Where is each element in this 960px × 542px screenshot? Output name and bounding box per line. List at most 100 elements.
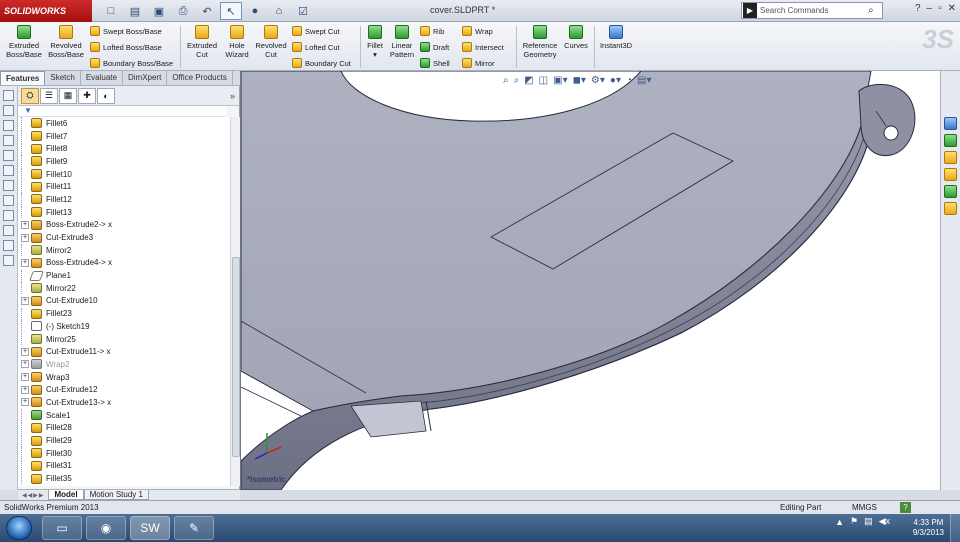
open-folder-icon[interactable]: ▤ xyxy=(124,2,146,20)
appearances-icon[interactable] xyxy=(944,185,957,198)
tree-item[interactable]: Mirror25 xyxy=(18,333,230,346)
configuration-manager-tab-icon[interactable]: ▦ xyxy=(59,87,77,104)
chrome-taskbar-icon[interactable]: ◉ xyxy=(86,516,126,540)
extruded-boss-button[interactable]: Extruded Boss/Base xyxy=(4,25,44,59)
tree-item[interactable]: + Cut-Extrude10 xyxy=(18,295,230,308)
shell-button[interactable]: Shell xyxy=(420,58,450,68)
units-selector[interactable]: MMGS xyxy=(852,503,877,512)
curves-button[interactable]: Curves xyxy=(562,25,590,50)
minimize-icon[interactable]: – xyxy=(927,3,933,14)
hide-show-items-icon[interactable]: ⚙▾ xyxy=(591,75,605,86)
lofted-boss-button[interactable]: Lofted Boss/Base xyxy=(90,42,162,52)
graphics-area[interactable]: ⌕ ⌕ ◩ ◫ ▣▾ ◼▾ ⚙▾ ●▾ ◔ ▤▾ *Isometric xyxy=(240,71,940,490)
tab-office-products[interactable]: Office Products xyxy=(167,71,233,85)
expand-icon[interactable]: + xyxy=(21,385,29,394)
paint-taskbar-icon[interactable]: ✎ xyxy=(174,516,214,540)
draft-button[interactable]: Draft xyxy=(420,42,449,52)
tree-item[interactable]: Mirror2 xyxy=(18,244,230,257)
expand-icon[interactable]: + xyxy=(21,398,29,407)
revolved-cut-button[interactable]: Revolved Cut xyxy=(254,25,288,59)
circle-tool-icon[interactable] xyxy=(3,135,14,146)
file-explorer-icon[interactable] xyxy=(944,151,957,164)
view-palette-icon[interactable] xyxy=(944,168,957,181)
quick-tips-icon[interactable]: ? xyxy=(900,502,911,513)
rectangle-tool-icon[interactable] xyxy=(3,120,14,131)
tab-model[interactable]: Model xyxy=(48,490,84,500)
lofted-cut-button[interactable]: Lofted Cut xyxy=(292,42,340,52)
app-logo[interactable]: SOLIDWORKS xyxy=(0,0,92,22)
tree-item[interactable]: Fillet30 xyxy=(18,447,230,460)
expand-icon[interactable]: + xyxy=(21,360,29,369)
tab-sketch[interactable]: Sketch xyxy=(45,71,81,85)
smart-dimension-icon[interactable] xyxy=(3,195,14,206)
custom-properties-icon[interactable] xyxy=(944,202,957,215)
view-settings-icon[interactable]: ▤▾ xyxy=(637,75,651,86)
spline-tool-icon[interactable] xyxy=(3,165,14,176)
tree-item[interactable]: Scale1 xyxy=(18,409,230,422)
start-button[interactable] xyxy=(6,516,32,540)
sketch-tool-icon[interactable] xyxy=(3,90,14,101)
zoom-to-area-icon[interactable]: ⌕ xyxy=(514,75,520,86)
expand-icon[interactable]: + xyxy=(21,347,29,356)
tree-item[interactable]: + Boss-Extrude2-> x xyxy=(18,219,230,232)
filter-icon[interactable]: ▼ xyxy=(18,106,226,117)
tree-item[interactable]: Fillet7 xyxy=(18,130,230,143)
tree-item[interactable]: Fillet9 xyxy=(18,155,230,168)
show-desktop-button[interactable] xyxy=(950,514,960,542)
tray-volume-icon[interactable]: ◀x xyxy=(879,516,890,527)
swept-cut-button[interactable]: Swept Cut xyxy=(292,26,340,36)
edit-appearance-icon[interactable]: ●▾ xyxy=(610,75,621,86)
swept-boss-button[interactable]: Swept Boss/Base xyxy=(90,26,162,36)
line-tool-icon[interactable] xyxy=(3,105,14,116)
apply-scene-icon[interactable]: ◔ xyxy=(626,75,632,86)
search-commands-box[interactable]: ▶ Search Commands ⌕ xyxy=(741,2,883,19)
help-icon[interactable]: ? xyxy=(915,3,921,14)
tree-scrollbar-thumb[interactable] xyxy=(232,257,240,457)
print-icon[interactable]: ⎙ xyxy=(172,2,194,20)
new-document-icon[interactable]: □ xyxy=(100,2,122,20)
previous-view-icon[interactable]: ◩ xyxy=(524,75,533,86)
tree-item[interactable]: Fillet11 xyxy=(18,180,230,193)
tab-evaluate[interactable]: Evaluate xyxy=(81,71,123,85)
tree-item[interactable]: Fillet10 xyxy=(18,168,230,181)
tab-nav-arrows-icon[interactable]: ◀◀▶▶ xyxy=(18,492,44,499)
tray-expand-icon[interactable]: ▲ xyxy=(835,517,844,527)
undo-icon[interactable]: ↶ xyxy=(196,2,218,20)
tab-features[interactable]: Features xyxy=(0,71,46,85)
dimxpert-manager-tab-icon[interactable]: ✚ xyxy=(78,87,96,104)
tree-item[interactable]: Fillet6 xyxy=(18,117,230,130)
tree-item[interactable]: + Boss-Extrude4-> x xyxy=(18,257,230,270)
linear-pattern-button[interactable]: Linear Pattern xyxy=(388,25,416,59)
tree-item[interactable]: + Cut-Extrude13-> x xyxy=(18,396,230,409)
tree-item[interactable]: + Cut-Extrude12 xyxy=(18,383,230,396)
feature-tree-tab-icon[interactable]: ⛭ xyxy=(21,87,39,104)
tree-item[interactable]: Fillet35 xyxy=(18,472,230,485)
tree-item[interactable]: Fillet29 xyxy=(18,434,230,447)
tree-item[interactable]: Fillet23 xyxy=(18,307,230,320)
select-arrow-icon[interactable]: ↖ xyxy=(220,2,242,20)
section-view-icon[interactable]: ◫ xyxy=(539,75,548,86)
close-icon[interactable]: ✕ xyxy=(948,3,956,14)
reference-geometry-button[interactable]: Reference Geometry xyxy=(520,25,560,59)
expand-icon[interactable]: + xyxy=(21,220,29,229)
search-icon[interactable]: ⌕ xyxy=(868,5,882,16)
tree-item[interactable]: Fillet12 xyxy=(18,193,230,206)
revolved-boss-button[interactable]: Revolved Boss/Base xyxy=(46,25,86,59)
boundary-cut-button[interactable]: Boundary Cut xyxy=(292,58,351,68)
zoom-to-fit-icon[interactable]: ⌕ xyxy=(503,75,509,86)
tree-item[interactable]: + Cut-Extrude11-> x xyxy=(18,345,230,358)
rebuild-icon[interactable]: ● xyxy=(244,2,266,20)
file-properties-icon[interactable]: ⌂ xyxy=(268,2,290,20)
mirror-button[interactable]: Mirror xyxy=(462,58,495,68)
options-icon[interactable]: ☑ xyxy=(292,2,314,20)
solidworks-taskbar-icon[interactable]: SW xyxy=(130,516,170,540)
tree-item[interactable]: + Wrap3 xyxy=(18,371,230,384)
tree-item[interactable]: Mirror22 xyxy=(18,282,230,295)
extruded-cut-button[interactable]: Extruded Cut xyxy=(184,25,220,59)
instant3d-button[interactable]: Instant3D xyxy=(598,25,634,50)
search-input[interactable]: Search Commands xyxy=(757,6,868,15)
tree-scrollbar[interactable] xyxy=(230,117,240,486)
hole-wizard-button[interactable]: Hole Wizard xyxy=(222,25,252,59)
solidworks-resources-icon[interactable] xyxy=(944,117,957,130)
tree-item[interactable]: + Wrap2 xyxy=(18,358,230,371)
